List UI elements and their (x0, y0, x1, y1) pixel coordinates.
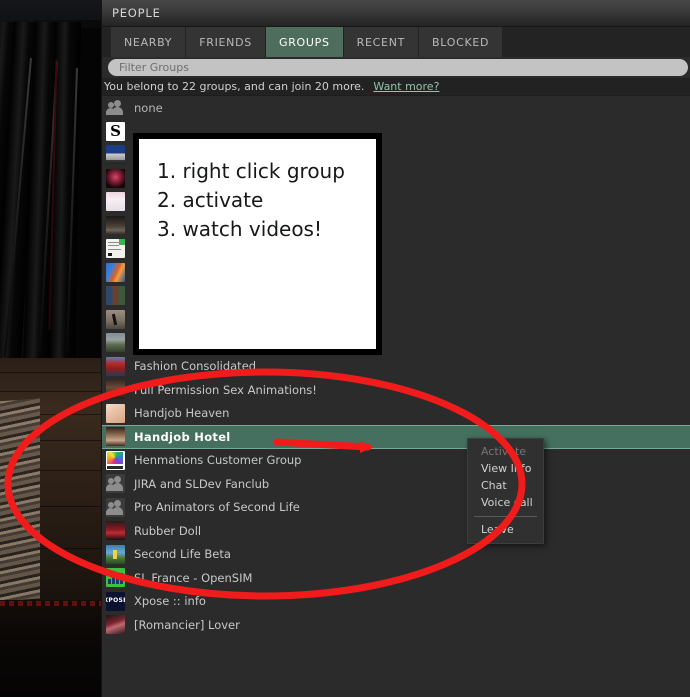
group-thumbnail-icon (106, 145, 125, 165)
group-name: [Romancier] Lover (134, 617, 240, 632)
list-item[interactable]: Pro Animators of Second Life (102, 496, 690, 520)
group-thumbnail-icon (106, 215, 125, 235)
group-thumbnail-icon: S (106, 121, 125, 141)
people-icon (106, 98, 125, 117)
search-input[interactable] (108, 59, 688, 76)
group-name: none (134, 100, 163, 115)
want-more-link[interactable]: Want more? (373, 80, 439, 93)
list-item-selected[interactable]: Handjob Hotel (102, 425, 690, 449)
instruction-note-overlay: 1. right click group 2. activate 3. watc… (133, 133, 382, 355)
instruction-line: 1. right click group (157, 159, 345, 183)
group-thumbnail-icon (106, 450, 125, 470)
group-thumbnail-icon (106, 380, 125, 400)
group-name: Second Life Beta (134, 547, 231, 562)
group-name: Xpose :: info (134, 594, 206, 609)
group-thumbnail-icon (106, 568, 125, 588)
page-title: PEOPLE (112, 6, 161, 20)
list-item[interactable]: Handjob Heaven (102, 402, 690, 426)
group-name: Pro Animators of Second Life (134, 500, 300, 515)
group-thumbnail-icon (106, 286, 125, 306)
group-name: Full Permission Sex Animations! (134, 382, 317, 397)
group-name: Fashion Consolidated (134, 359, 257, 374)
group-context-menu[interactable]: Activate View Info Chat Voice call Leave (467, 438, 544, 544)
tab-nearby[interactable]: NEARBY (111, 27, 187, 57)
list-item[interactable]: Second Life Beta (102, 543, 690, 567)
list-item[interactable]: Rubber Doll (102, 519, 690, 543)
floater-titlebar[interactable]: PEOPLE (102, 0, 690, 27)
instruction-line: 3. watch videos! (157, 217, 322, 241)
group-thumbnail-icon (106, 427, 125, 447)
list-item[interactable]: Full Permission Sex Animations! (102, 378, 690, 402)
group-name: Rubber Doll (134, 523, 202, 538)
world-shadow (0, 600, 101, 697)
group-thumbnail-icon (106, 192, 125, 212)
group-thumbnail-icon (106, 356, 125, 376)
group-thumbnail-icon: XPOSE (106, 591, 125, 611)
list-item[interactable]: [Romancier] Lover (102, 613, 690, 637)
list-item[interactable]: SL France - OpenSIM (102, 566, 690, 590)
instruction-line: 2. activate (157, 188, 264, 212)
people-icon (106, 474, 125, 494)
menu-item-activate[interactable]: Activate (468, 443, 543, 460)
group-thumbnail-icon (106, 262, 125, 282)
tab-bar: NEARBY FRIENDS GROUPS RECENT BLOCKED (102, 27, 690, 57)
menu-item-chat[interactable]: Chat (468, 477, 543, 494)
tab-friends[interactable]: FRIENDS (186, 27, 266, 57)
group-thumbnail-icon (106, 615, 125, 635)
group-name: SL France - OpenSIM (134, 570, 253, 585)
group-name: Henmations Customer Group (134, 453, 302, 468)
group-name: Handjob Heaven (134, 406, 230, 421)
group-thumbnail-icon (106, 239, 125, 259)
world-stairs (0, 398, 40, 602)
list-item[interactable]: Fashion Consolidated (102, 355, 690, 379)
menu-item-voice-call[interactable]: Voice call (468, 494, 543, 511)
list-item[interactable]: none (102, 96, 690, 120)
group-thumbnail-icon (106, 168, 125, 188)
list-item[interactable]: Henmations Customer Group (102, 449, 690, 473)
list-item[interactable]: XPOSE Xpose :: info (102, 590, 690, 614)
group-thumbnail-icon (106, 309, 125, 329)
world-red-trim (0, 601, 101, 606)
virtual-world-background (0, 0, 101, 697)
group-name: JIRA and SLDev Fanclub (134, 476, 270, 491)
filter-row (102, 57, 690, 78)
screenshot-root: PEOPLE NEARBY FRIENDS GROUPS RECENT BLOC… (0, 0, 690, 697)
tab-bar-filler (503, 27, 690, 57)
group-quota-status: You belong to 22 groups, and can join 20… (102, 78, 690, 95)
group-thumbnail-icon (106, 521, 125, 541)
list-item[interactable]: JIRA and SLDev Fanclub (102, 472, 690, 496)
group-thumbnail-icon (106, 333, 125, 353)
tab-recent[interactable]: RECENT (343, 27, 420, 57)
group-name: Handjob Hotel (134, 429, 231, 444)
people-icon (106, 497, 125, 517)
menu-item-leave[interactable]: Leave (468, 521, 543, 538)
tab-groups[interactable]: GROUPS (265, 27, 344, 57)
status-text: You belong to 22 groups, and can join 20… (104, 80, 365, 93)
menu-item-view-info[interactable]: View Info (468, 460, 543, 477)
group-thumbnail-icon (106, 403, 125, 423)
group-thumbnail-icon (106, 544, 125, 564)
menu-separator (474, 516, 537, 517)
tab-blocked[interactable]: BLOCKED (419, 27, 504, 57)
